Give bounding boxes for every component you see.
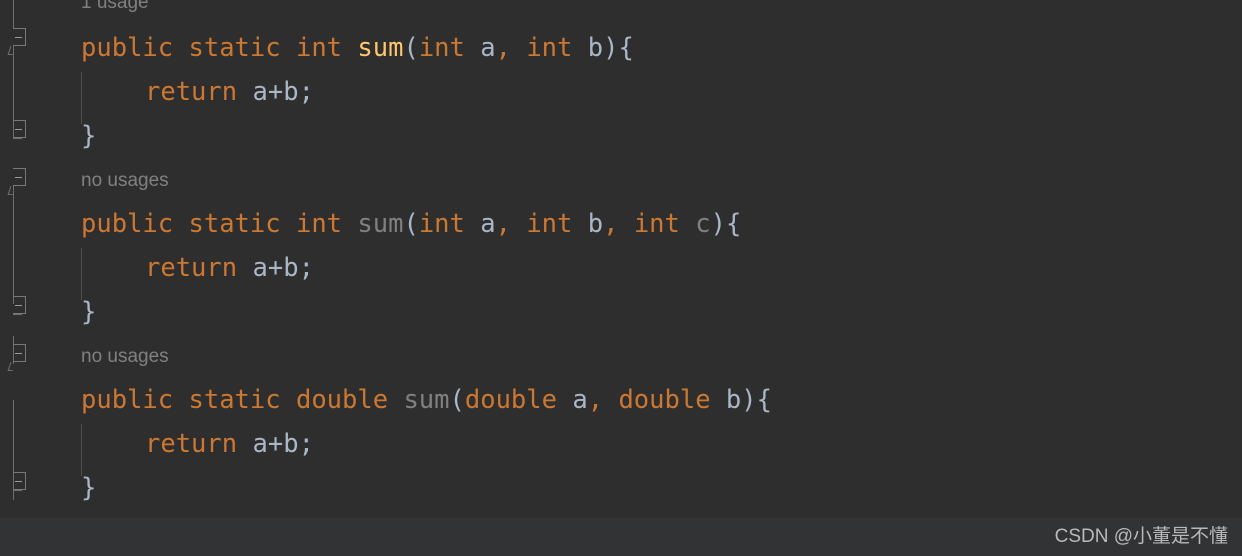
operand-right-1: b (283, 77, 299, 107)
keyword-static-1: static (188, 33, 281, 63)
code-editor[interactable]: 1 usage public static int sum(int a, int… (0, 0, 1242, 556)
open-brace-3: { (756, 385, 772, 415)
code-content[interactable]: 1 usage public static int sum(int a, int… (0, 0, 1242, 518)
method-close-brace-2[interactable]: } (81, 290, 96, 334)
param-type-3b: double (618, 385, 711, 415)
operator-plus-1: + (267, 77, 284, 107)
keyword-return-3: return (145, 429, 238, 459)
param-type-2c: int (633, 209, 680, 239)
usage-hint-3[interactable]: no usages (81, 342, 169, 372)
keyword-public-2: public (81, 209, 174, 239)
method-body-2[interactable]: return a+b; (145, 246, 314, 290)
close-brace-2: } (81, 297, 97, 327)
operator-plus-2: + (267, 253, 284, 283)
semicolon-3: ; (298, 429, 314, 459)
close-paren-1: ) (603, 33, 619, 63)
keyword-static-3: static (188, 385, 281, 415)
keyword-return-2: return (145, 253, 238, 283)
param-name-2c: c (695, 209, 711, 239)
usage-hint-1[interactable]: 1 usage (81, 0, 149, 18)
operand-right-3: b (283, 429, 299, 459)
return-type-3: double (295, 385, 389, 415)
param-type-1b: int (526, 33, 573, 63)
operand-left-2: a (252, 253, 268, 283)
usage-hint-2[interactable]: no usages (81, 166, 169, 196)
operand-right-2: b (283, 253, 299, 283)
open-paren-1: ( (403, 33, 419, 63)
keyword-return-1: return (145, 77, 238, 107)
method-close-brace-1[interactable]: } (81, 114, 96, 158)
param-type-2b: int (526, 209, 573, 239)
param-comma-2b: , (603, 209, 619, 239)
method-signature-2[interactable]: public static int sum(int a, int b, int … (81, 202, 741, 246)
param-comma-1a: , (495, 33, 511, 63)
open-paren-3: ( (449, 385, 465, 415)
param-comma-3a: , (587, 385, 604, 415)
param-name-3a: a (572, 385, 588, 415)
param-comma-2a: , (495, 209, 511, 239)
method-signature-3[interactable]: public static double sum(double a, doubl… (81, 378, 772, 422)
param-type-1a: int (418, 33, 465, 63)
open-paren-2: ( (403, 209, 419, 239)
method-name-1[interactable]: sum (357, 33, 403, 63)
param-type-2a: int (418, 209, 465, 239)
keyword-public-3: public (81, 385, 174, 415)
keyword-static-2: static (188, 209, 281, 239)
operator-plus-3: + (267, 429, 284, 459)
close-paren-2: ) (710, 209, 726, 239)
semicolon-2: ; (298, 253, 314, 283)
keyword-public-1: public (81, 33, 174, 63)
param-name-2b: b (587, 209, 604, 239)
param-name-1a: a (480, 33, 496, 63)
param-type-3a: double (464, 385, 557, 415)
return-type-2: int (295, 209, 343, 239)
open-brace-2: { (725, 209, 742, 239)
close-brace-3: } (81, 473, 97, 503)
param-name-2a: a (480, 209, 496, 239)
semicolon-1: ; (298, 77, 314, 107)
close-paren-3: ) (741, 385, 757, 415)
csdn-watermark: CSDN @小董是不懂 (1054, 526, 1228, 547)
operand-left-1: a (252, 77, 268, 107)
method-close-brace-3[interactable]: } (81, 466, 96, 510)
method-signature-1[interactable]: public static int sum(int a, int b){ (81, 26, 634, 70)
close-brace-1: } (81, 121, 97, 151)
method-body-3[interactable]: return a+b; (145, 422, 314, 466)
method-name-3[interactable]: sum (403, 385, 449, 415)
method-name-2[interactable]: sum (357, 209, 403, 239)
param-name-3b: b (725, 385, 742, 415)
open-brace-1: { (618, 33, 634, 63)
param-name-1b: b (587, 33, 604, 63)
return-type-1: int (295, 33, 343, 63)
method-body-1[interactable]: return a+b; (145, 70, 314, 114)
operand-left-3: a (252, 429, 268, 459)
